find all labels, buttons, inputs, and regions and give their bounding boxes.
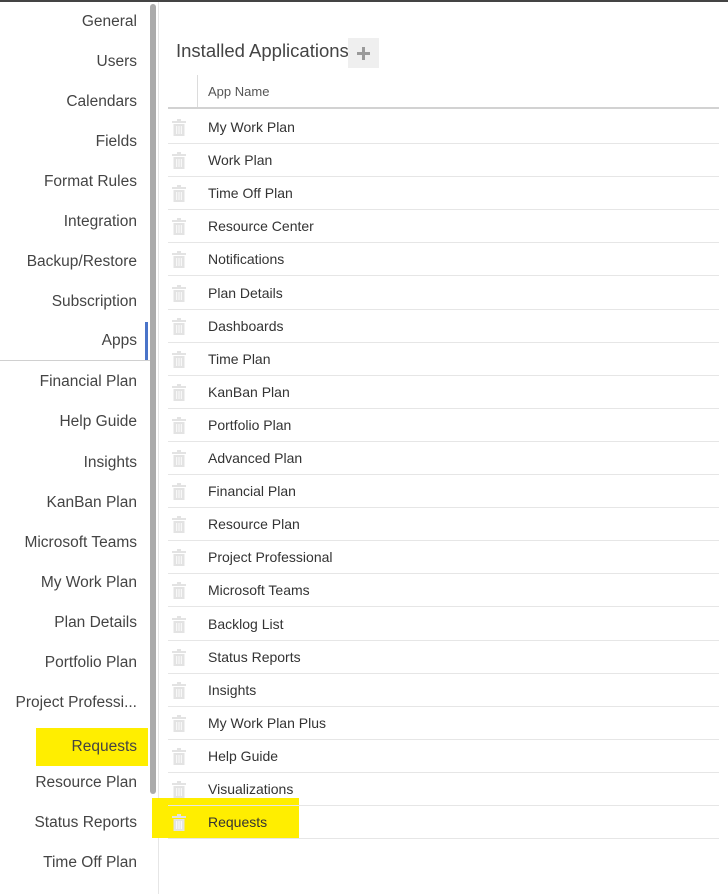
table-row[interactable]: Resource Plan: [168, 508, 719, 541]
table-row[interactable]: Dashboards: [168, 310, 719, 343]
app-name-cell: Resource Plan: [208, 516, 300, 532]
sidebar-app-financial-plan[interactable]: Financial Plan: [0, 362, 148, 402]
table-row[interactable]: Notifications: [168, 243, 719, 276]
sidebar-scrollbar[interactable]: [150, 4, 156, 794]
trash-icon[interactable]: [172, 251, 186, 268]
table-row[interactable]: Advanced Plan: [168, 442, 719, 475]
trash-icon[interactable]: [172, 152, 186, 169]
table-row[interactable]: My Work Plan: [168, 111, 719, 144]
table-row[interactable]: Portfolio Plan: [168, 409, 719, 442]
app-name-cell: Status Reports: [208, 649, 301, 665]
trash-icon[interactable]: [172, 814, 186, 831]
trash-icon[interactable]: [172, 616, 186, 633]
app-name-cell: Insights: [208, 682, 257, 698]
trash-icon[interactable]: [172, 218, 186, 235]
sidebar-app-kanban-plan[interactable]: KanBan Plan: [0, 483, 148, 523]
sidebar-app-resource-plan[interactable]: Resource Plan: [0, 763, 148, 803]
app-name-cell: Time Off Plan: [208, 185, 293, 201]
trash-icon[interactable]: [172, 682, 186, 699]
app-name-cell: Microsoft Teams: [208, 582, 310, 598]
sidebar-app-project-professional[interactable]: Project Professi...: [0, 683, 148, 723]
sidebar-item-integration[interactable]: Integration: [0, 202, 148, 242]
sidebar-item-backup-restore[interactable]: Backup/Restore: [0, 242, 148, 282]
page-title: Installed Applications: [176, 40, 349, 61]
table-row[interactable]: Resource Center: [168, 210, 719, 243]
app-name-cell: Dashboards: [208, 318, 284, 334]
trash-icon[interactable]: [172, 318, 186, 335]
app-name-cell: Advanced Plan: [208, 450, 303, 466]
trash-icon[interactable]: [172, 285, 186, 302]
app-name-cell: Project Professional: [208, 549, 333, 565]
app-name-cell: Time Plan: [208, 351, 271, 367]
add-app-button[interactable]: [348, 38, 379, 68]
table-row[interactable]: Time Off Plan: [168, 177, 719, 210]
table-row[interactable]: Requests: [168, 806, 719, 839]
app-name-cell: Backlog List: [208, 616, 284, 632]
table-row[interactable]: Project Professional: [168, 541, 719, 574]
trash-icon[interactable]: [172, 582, 186, 599]
app-name-cell: Work Plan: [208, 152, 273, 168]
app-name-cell: Resource Center: [208, 218, 314, 234]
table-row[interactable]: Help Guide: [168, 740, 719, 773]
table-row[interactable]: Status Reports: [168, 641, 719, 674]
trash-icon[interactable]: [172, 649, 186, 666]
table-row[interactable]: Insights: [168, 674, 719, 707]
trash-icon[interactable]: [172, 516, 186, 533]
table-row[interactable]: Plan Details: [168, 277, 719, 310]
sidebar-item-users[interactable]: Users: [0, 42, 148, 82]
app-name-cell: My Work Plan Plus: [208, 715, 326, 731]
app-name-cell: Portfolio Plan: [208, 417, 292, 433]
app-name-cell: Financial Plan: [208, 483, 296, 499]
sidebar-divider: [0, 360, 150, 361]
sidebar-app-microsoft-teams[interactable]: Microsoft Teams: [0, 523, 148, 563]
app-name-cell: Plan Details: [208, 285, 283, 301]
table-row[interactable]: Financial Plan: [168, 475, 719, 508]
sidebar-app-status-reports[interactable]: Status Reports: [0, 803, 148, 843]
app-name-cell: KanBan Plan: [208, 384, 290, 400]
trash-icon[interactable]: [172, 351, 186, 368]
sidebar-item-calendars[interactable]: Calendars: [0, 82, 148, 122]
trash-icon[interactable]: [172, 417, 186, 434]
trash-icon[interactable]: [172, 549, 186, 566]
trash-icon[interactable]: [172, 715, 186, 732]
sidebar-item-fields[interactable]: Fields: [0, 122, 148, 162]
plus-icon: [357, 46, 370, 60]
trash-icon[interactable]: [172, 748, 186, 765]
table-header-divider: [197, 75, 198, 107]
sidebar-app-requests[interactable]: Requests: [36, 728, 148, 766]
sidebar-app-time-off-plan[interactable]: Time Off Plan: [0, 843, 148, 883]
sidebar-item-general[interactable]: General: [0, 2, 148, 42]
app-name-cell: My Work Plan: [208, 119, 295, 135]
app-name-cell: Notifications: [208, 251, 285, 267]
trash-icon[interactable]: [172, 483, 186, 500]
sidebar: General Users Calendars Fields Format Ru…: [0, 2, 159, 894]
table-row[interactable]: Time Plan: [168, 343, 719, 376]
selected-indicator: [145, 322, 148, 360]
trash-icon[interactable]: [172, 384, 186, 401]
sidebar-item-apps[interactable]: Apps: [0, 321, 148, 361]
app-name-cell: Help Guide: [208, 748, 279, 764]
column-header-app-name[interactable]: App Name: [208, 84, 269, 99]
trash-icon[interactable]: [172, 119, 186, 136]
trash-icon[interactable]: [172, 450, 186, 467]
sidebar-app-my-work-plan[interactable]: My Work Plan: [0, 563, 148, 603]
sidebar-app-insights[interactable]: Insights: [0, 443, 148, 483]
app-name-cell: Requests: [208, 814, 268, 830]
trash-icon[interactable]: [172, 781, 186, 798]
sidebar-item-subscription[interactable]: Subscription: [0, 282, 148, 322]
sidebar-app-portfolio-plan[interactable]: Portfolio Plan: [0, 643, 148, 683]
sidebar-app-plan-details[interactable]: Plan Details: [0, 603, 148, 643]
sidebar-app-help-guide[interactable]: Help Guide: [0, 402, 148, 442]
table-row[interactable]: Backlog List: [168, 608, 719, 641]
table-row[interactable]: Visualizations: [168, 773, 719, 806]
trash-icon[interactable]: [172, 185, 186, 202]
table-row[interactable]: My Work Plan Plus: [168, 707, 719, 740]
table-row[interactable]: Work Plan: [168, 144, 719, 177]
table-row[interactable]: KanBan Plan: [168, 376, 719, 409]
app-name-cell: Visualizations: [208, 781, 294, 797]
sidebar-item-format-rules[interactable]: Format Rules: [0, 162, 148, 202]
table-row[interactable]: Microsoft Teams: [168, 574, 719, 607]
